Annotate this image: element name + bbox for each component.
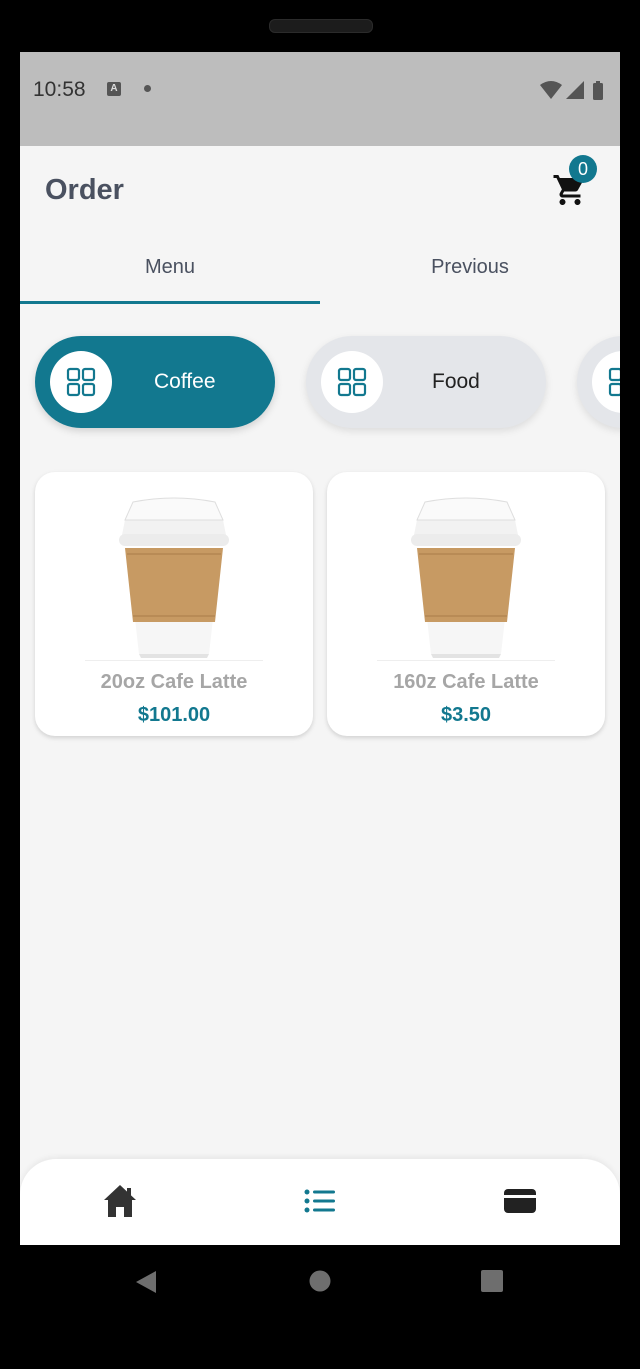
system-navigation-bar [0, 1245, 640, 1369]
device-speaker [269, 19, 373, 33]
category-chip-food[interactable]: Food [306, 336, 546, 428]
order-tabs: Menu Previous [20, 236, 620, 306]
notification-dot-icon [144, 85, 151, 92]
grid-icon [66, 367, 96, 397]
category-label: Food [432, 370, 480, 393]
product-name: 160z Cafe Latte [393, 671, 539, 693]
app-screen: 10:58 A Order 0 Menu Previous Coffee Foo… [20, 52, 620, 1245]
coffee-cup-image [119, 497, 229, 658]
product-card[interactable]: 160z Cafe Latte $3.50 [327, 472, 605, 736]
home-icon[interactable] [100, 1181, 140, 1221]
device-frame: 10:58 A Order 0 Menu Previous Coffee Foo… [0, 0, 640, 1369]
card-icon[interactable] [500, 1181, 540, 1221]
product-name: 20oz Cafe Latte [100, 671, 248, 693]
tab-menu[interactable]: Menu [20, 236, 320, 304]
home-circle-icon[interactable] [309, 1270, 331, 1292]
wifi-icon [540, 81, 562, 99]
status-icons [540, 81, 603, 100]
category-chip-more[interactable] [577, 336, 620, 428]
notification-app-icon: A [107, 82, 121, 96]
tab-previous[interactable]: Previous [320, 236, 620, 304]
category-chips: Coffee Food [20, 336, 620, 430]
active-tab-indicator [20, 301, 320, 304]
back-icon[interactable] [134, 1269, 158, 1295]
cart-count-badge: 0 [569, 155, 597, 183]
recents-icon[interactable] [481, 1270, 503, 1292]
category-icon-wrap [321, 351, 383, 413]
product-card[interactable]: 20oz Cafe Latte $101.00 [35, 472, 313, 736]
category-label: Coffee [154, 370, 216, 393]
grid-icon [337, 367, 367, 397]
signal-icon [566, 81, 584, 99]
status-time: 10:58 [33, 78, 86, 101]
battery-icon [593, 83, 603, 100]
coffee-cup-image [411, 497, 521, 658]
category-chip-coffee[interactable]: Coffee [35, 336, 275, 428]
category-icon-wrap [592, 351, 620, 413]
status-bar: 10:58 A [20, 52, 620, 146]
page-title: Order [45, 174, 124, 206]
card-divider [377, 660, 555, 661]
product-price: $101.00 [137, 704, 211, 726]
list-icon[interactable] [300, 1181, 340, 1221]
category-icon-wrap [50, 351, 112, 413]
bottom-navigation [20, 1159, 620, 1245]
card-divider [85, 660, 263, 661]
product-price: $3.50 [440, 704, 492, 726]
grid-icon [608, 367, 620, 397]
app-bar: Order 0 [20, 146, 620, 236]
